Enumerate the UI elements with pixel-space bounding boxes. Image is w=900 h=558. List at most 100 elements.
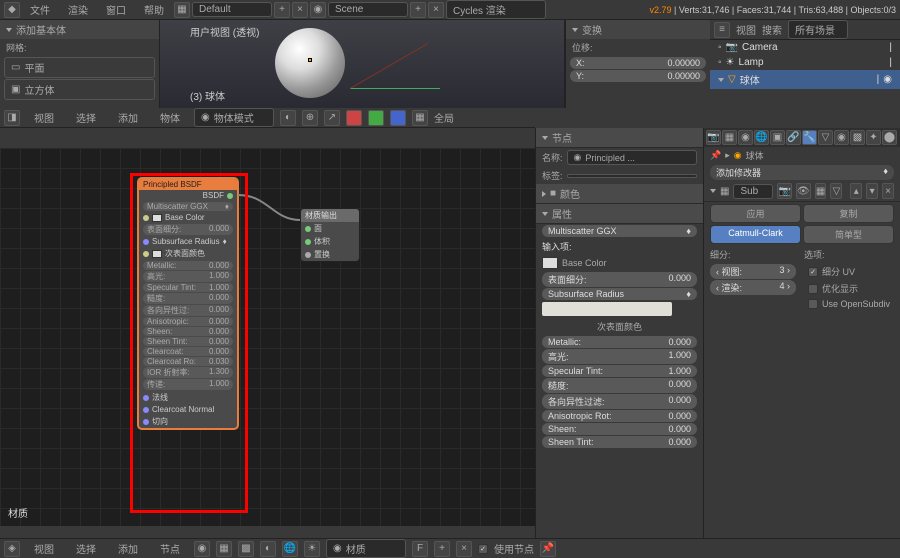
socket-icon[interactable] xyxy=(305,226,311,232)
v3d-add[interactable]: 添加 xyxy=(110,108,146,127)
menu-help[interactable]: 帮助 xyxy=(136,0,172,19)
distribution-field[interactable]: Multiscatter GGX♦ xyxy=(143,202,233,211)
shader-type-icon[interactable]: ◉ xyxy=(194,541,210,557)
clearcoat-field[interactable]: Clearcoat:0.000 xyxy=(143,347,233,356)
use-nodes-checkbox[interactable]: ✓ xyxy=(478,544,488,554)
sheentint-field[interactable]: Sheen Tint:0.000 xyxy=(143,337,233,346)
del-scene-icon[interactable]: × xyxy=(428,2,444,18)
lamp-mat-icon[interactable]: ☀ xyxy=(304,541,320,557)
pivot-icon[interactable]: ⊕ xyxy=(302,110,318,126)
tab-scene-icon[interactable]: ◉ xyxy=(738,130,753,145)
anisorot-field[interactable]: Anisotropic:0.000 xyxy=(143,317,233,326)
add-layout-icon[interactable]: + xyxy=(274,2,290,18)
node-editor[interactable]: Principled BSDF BSDF Multiscatter GGX♦ B… xyxy=(0,148,535,526)
mod-display-icon[interactable]: 👁 xyxy=(796,183,811,199)
subsurf-radius-field[interactable]: Subsurface Radius♦ xyxy=(542,288,697,300)
blender-icon[interactable]: ◆ xyxy=(4,2,20,18)
orientation[interactable]: 全局 xyxy=(434,110,454,125)
tree-lamp[interactable]: ◦☀Lamp| xyxy=(710,55,900,70)
add-cube[interactable]: ▣立方体 xyxy=(4,79,155,100)
view-subdiv-field[interactable]: ‹ 视图:3 › xyxy=(710,264,796,279)
layout-dropdown[interactable]: Default xyxy=(192,2,272,17)
add-primitive-header[interactable]: 添加基本体 xyxy=(0,20,159,39)
tab-texture-icon[interactable]: ▩ xyxy=(850,130,865,145)
mod-render-icon[interactable]: 📷 xyxy=(777,183,791,199)
tex-type-icon[interactable]: ▩ xyxy=(238,541,254,557)
add-scene-icon[interactable]: + xyxy=(410,2,426,18)
roughness-field[interactable]: 糙度:0.000 xyxy=(143,293,233,304)
ne-view[interactable]: 视图 xyxy=(26,539,62,558)
tab-constraint-icon[interactable]: 🔗 xyxy=(786,130,801,145)
socket-icon[interactable] xyxy=(143,239,149,245)
modifier-header[interactable]: ▦ Sub 📷 👁 ▦ ▽ ▴ ▾ × xyxy=(704,181,900,202)
mode-dropdown[interactable]: ◉物体模式 xyxy=(194,108,274,127)
p-specular[interactable]: 高光:1.000 xyxy=(542,349,697,364)
socket-icon[interactable] xyxy=(143,407,149,413)
p-metallic[interactable]: Metallic:0.000 xyxy=(542,336,697,348)
material-slot[interactable]: ◉材质 xyxy=(326,539,406,558)
del-layout-icon[interactable]: × xyxy=(292,2,308,18)
p-roughness[interactable]: 糙度:0.000 xyxy=(542,378,697,393)
dist-field[interactable]: Multiscatter GGX♦ xyxy=(542,225,697,237)
color-section-header[interactable]: ■颜色 xyxy=(536,184,703,204)
scene-icon[interactable]: ◉ xyxy=(310,2,326,18)
tab-modifier-icon[interactable]: 🔧 xyxy=(802,130,817,145)
subsurf-color-swatch[interactable] xyxy=(542,302,672,316)
editor-node-icon[interactable]: ◈ xyxy=(4,541,20,557)
mod-down-icon[interactable]: ▾ xyxy=(866,183,878,199)
clearcoatr-field[interactable]: Clearcoat Ro:0.030 xyxy=(143,357,233,366)
tab-object-icon[interactable]: ▣ xyxy=(770,130,785,145)
outliner-search[interactable]: 搜索 xyxy=(762,22,782,37)
subdiv-uv-checkbox[interactable]: ✓ xyxy=(808,267,818,277)
simple-button[interactable]: 简单型 xyxy=(803,225,894,244)
menu-file[interactable]: 文件 xyxy=(22,0,58,19)
node-label-field[interactable] xyxy=(567,174,697,178)
transmission-field[interactable]: 传递:1.000 xyxy=(143,379,233,390)
v3d-view[interactable]: 视图 xyxy=(26,108,62,127)
axis-z-btn[interactable] xyxy=(390,110,406,126)
editor-3d-icon[interactable]: ◨ xyxy=(4,110,20,126)
outliner-filter[interactable]: 所有场景 xyxy=(788,20,848,39)
optimal-checkbox[interactable] xyxy=(808,284,818,294)
ne-node[interactable]: 节点 xyxy=(152,539,188,558)
mod-cage-icon[interactable]: ▽ xyxy=(830,183,842,199)
tree-sphere[interactable]: ▽球体|◉ xyxy=(710,70,900,89)
node-material-output[interactable]: 材质输出 面 体积 置换 xyxy=(300,208,360,262)
tab-world-icon[interactable]: 🌐 xyxy=(754,130,769,145)
tab-particles-icon[interactable]: ✦ xyxy=(866,130,881,145)
node-principled-bsdf[interactable]: Principled BSDF BSDF Multiscatter GGX♦ B… xyxy=(138,178,238,429)
subdiv-field[interactable]: 表面细分:0.000 xyxy=(542,272,697,287)
ne-select[interactable]: 选择 xyxy=(68,539,104,558)
tab-render-icon[interactable]: 📷 xyxy=(706,130,721,145)
socket-icon[interactable] xyxy=(143,395,149,401)
aniso-field[interactable]: 各向异性过:0.000 xyxy=(143,305,233,316)
scene-dropdown[interactable]: Scene xyxy=(328,2,408,17)
p-sheen[interactable]: Sheen:0.000 xyxy=(542,423,697,435)
p-aniso[interactable]: 各向异性过滤:0.000 xyxy=(542,394,697,409)
loc-x-field[interactable]: X:0.00000 xyxy=(570,57,706,69)
v3d-select[interactable]: 选择 xyxy=(68,108,104,127)
loc-y-field[interactable]: Y:0.00000 xyxy=(570,70,706,82)
p-spectint[interactable]: Specular Tint:1.000 xyxy=(542,365,697,377)
tree-camera[interactable]: ◦📷Camera| xyxy=(710,40,900,55)
tab-layers-icon[interactable]: ▦ xyxy=(722,130,737,145)
node-section-header[interactable]: 节点 xyxy=(536,128,703,148)
axis-x-btn[interactable] xyxy=(346,110,362,126)
tab-physics-icon[interactable]: ⬤ xyxy=(882,130,897,145)
color-swatch[interactable] xyxy=(152,250,162,258)
apply-button[interactable]: 应用 xyxy=(710,204,801,223)
mod-up-icon[interactable]: ▴ xyxy=(850,183,862,199)
mat-del-icon[interactable]: × xyxy=(456,541,472,557)
transform-header[interactable]: 变换 xyxy=(566,20,710,39)
sheen-field[interactable]: Sheen:0.000 xyxy=(143,327,233,336)
tab-data-icon[interactable]: ▽ xyxy=(818,130,833,145)
mod-close-icon[interactable]: × xyxy=(882,183,894,199)
outliner-view[interactable]: 视图 xyxy=(736,22,756,37)
comp-type-icon[interactable]: ▦ xyxy=(216,541,232,557)
mod-edit-icon[interactable]: ▦ xyxy=(815,183,827,199)
copy-button[interactable]: 复制 xyxy=(803,204,894,223)
basecolor-swatch[interactable] xyxy=(542,257,558,269)
metallic-field[interactable]: Metallic:0.000 xyxy=(143,261,233,270)
color-swatch[interactable] xyxy=(152,214,162,222)
shading-icon[interactable]: ◐ xyxy=(280,110,296,126)
